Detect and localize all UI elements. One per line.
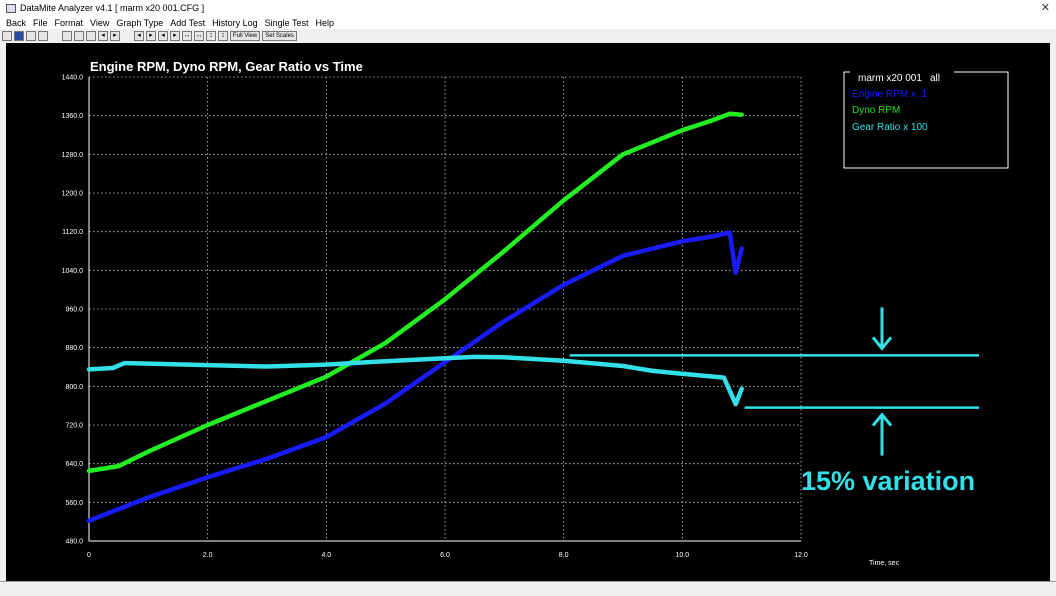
arrow-left-icon[interactable]: ◂ <box>98 31 108 41</box>
series-line-dyno-rpm <box>86 111 744 474</box>
status-bar <box>0 581 1056 596</box>
y-tick-label: 1440.0 <box>62 75 84 82</box>
zoom-reset-icon[interactable] <box>86 31 96 41</box>
menu-graph-type[interactable]: Graph Type <box>116 18 163 28</box>
y-tick-label: 1120.0 <box>62 229 83 236</box>
menu-add-test[interactable]: Add Test <box>170 18 205 28</box>
x-tick-labels: 0 2.0 4.0 6.0 8.0 10.0 12.0 <box>87 552 808 559</box>
legend: marm x20 001 all Engine RPM x .1 Dyno RP… <box>843 69 1009 169</box>
chart-title: Engine RPM, Dyno RPM, Gear Ratio vs Time <box>90 59 363 74</box>
menu-help[interactable]: Help <box>316 18 335 28</box>
x-tick-label: 0 <box>87 552 91 559</box>
legend-header: marm x20 001 <box>858 73 922 84</box>
step-forward-icon[interactable]: ▸ <box>170 31 180 41</box>
x-tick-label: 6.0 <box>440 552 450 559</box>
menu-single-test[interactable]: Single Test <box>265 18 309 28</box>
expand-vertical-icon[interactable]: ↕ <box>206 31 216 41</box>
x-tick-label: 10.0 <box>676 552 690 559</box>
y-tick-label: 1200.0 <box>62 191 84 198</box>
menu-view[interactable]: View <box>90 18 109 28</box>
arrow-right-icon[interactable]: ▸ <box>110 31 120 41</box>
y-tick-labels: 1440.0 1360.0 1280.0 1200.0 1120.0 1040.0 960.… <box>62 75 84 546</box>
legend-entry-engine: Engine RPM x .1 <box>852 89 927 100</box>
menu-format[interactable]: Format <box>55 18 84 28</box>
y-tick-label: 640.0 <box>65 461 83 468</box>
graph-area[interactable]: 1440.0 1360.0 1280.0 1200.0 1120.0 1040.0 960.… <box>6 43 1050 581</box>
set-scales-button[interactable]: Set Scales <box>262 31 297 41</box>
legend-box <box>843 71 1009 169</box>
zoom-in-icon[interactable] <box>62 31 72 41</box>
shrink-horizontal-icon[interactable]: ↔ <box>194 31 204 41</box>
legend-header-suffix: all <box>930 73 940 84</box>
y-tick-label: 1040.0 <box>62 268 84 275</box>
grid-lines <box>89 76 802 541</box>
legend-entry-gear: Gear Ratio x 100 <box>852 122 928 133</box>
menu-file[interactable]: File <box>33 18 48 28</box>
y-tick-label: 1280.0 <box>62 152 84 159</box>
full-view-button[interactable]: Full View <box>230 31 261 41</box>
pan-right-icon[interactable]: ▸ <box>146 31 156 41</box>
y-tick-label: 560.0 <box>65 500 83 507</box>
annotation-arrow-up-icon <box>871 412 893 456</box>
menu-bar: Back File Format View Graph Type Add Tes… <box>0 16 1056 29</box>
save-icon[interactable] <box>14 31 24 41</box>
y-tick-label: 800.0 <box>65 384 83 391</box>
chart-svg: 1440.0 1360.0 1280.0 1200.0 1120.0 1040.0 960.… <box>62 59 1009 567</box>
menu-history-log[interactable]: History Log <box>212 18 258 28</box>
y-tick-label: 960.0 <box>65 307 83 314</box>
shrink-vertical-icon[interactable]: ↕ <box>218 31 228 41</box>
y-tick-label: 1360.0 <box>62 113 84 120</box>
x-tick-label: 2.0 <box>203 552 213 559</box>
annotation-text: 15% variation <box>801 466 975 496</box>
step-back-icon[interactable]: ◂ <box>158 31 168 41</box>
close-icon[interactable]: ✕ <box>1041 1 1050 14</box>
expand-horizontal-icon[interactable]: ↔ <box>182 31 192 41</box>
chart-alt-icon[interactable] <box>38 31 48 41</box>
series-group <box>86 111 744 523</box>
chart-icon[interactable] <box>26 31 36 41</box>
series-line-engine-rpm <box>86 230 744 523</box>
y-tick-label: 880.0 <box>65 345 83 352</box>
y-tick-label: 480.0 <box>65 539 83 546</box>
menu-back[interactable]: Back <box>6 18 26 28</box>
legend-entry-dyno: Dyno RPM <box>852 105 900 116</box>
title-bar: DataMite Analyzer v4.1 [ marm x20 001.CF… <box>0 0 1056 16</box>
x-tick-label: 8.0 <box>559 552 569 559</box>
zoom-out-icon[interactable] <box>74 31 84 41</box>
x-tick-label: 4.0 <box>321 552 331 559</box>
y-tick-label: 720.0 <box>65 423 83 430</box>
variation-annotation: 15% variation <box>569 307 979 496</box>
annotation-arrow-down-icon <box>871 307 893 351</box>
x-tick-label: 12.0 <box>794 552 808 559</box>
print-icon[interactable] <box>2 31 12 41</box>
window-title: DataMite Analyzer v4.1 [ marm x20 001.CF… <box>20 3 205 13</box>
pan-left-icon[interactable]: ◂ <box>134 31 144 41</box>
x-axis-label: Time, sec <box>869 560 900 567</box>
toolbar: ◂ ▸ ◂ ▸ ◂ ▸ ↔ ↔ ↕ ↕ Full View Set Scales <box>0 29 1056 43</box>
app-icon <box>6 3 16 13</box>
